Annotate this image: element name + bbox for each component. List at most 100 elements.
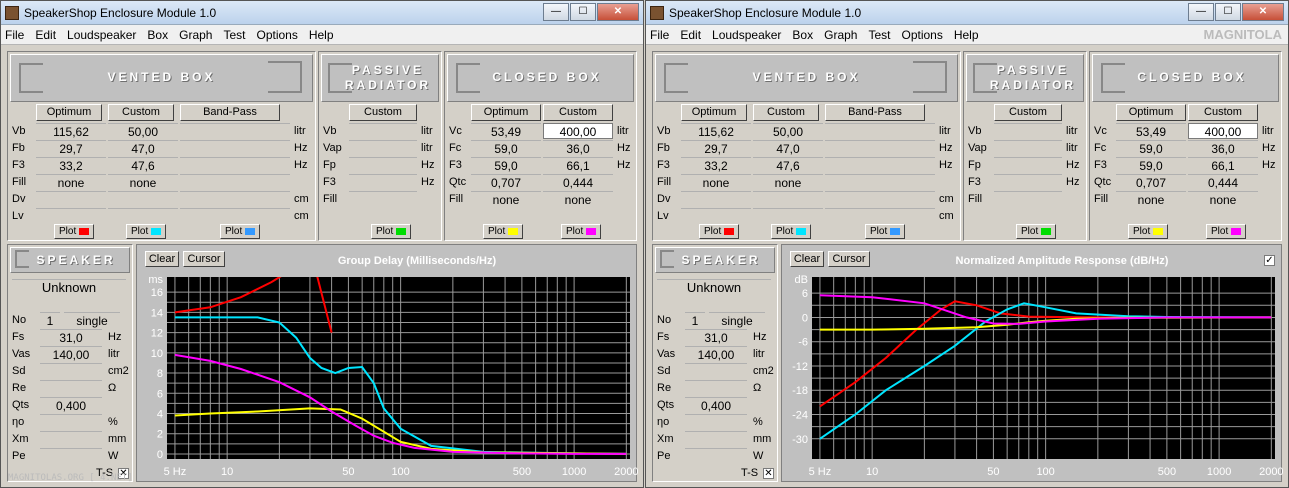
vented-optimum-value[interactable]: none bbox=[681, 174, 751, 190]
plot-button[interactable]: Plot bbox=[1128, 224, 1168, 239]
passive-custom-value[interactable] bbox=[349, 140, 417, 156]
vented-optimum-value[interactable]: 115,62 bbox=[36, 123, 106, 139]
vented-custom-value[interactable] bbox=[108, 208, 178, 224]
plot-button[interactable]: Plot bbox=[483, 224, 523, 239]
vented-tab-0[interactable]: Optimum bbox=[36, 104, 102, 121]
plot-button[interactable]: Plot bbox=[220, 224, 260, 239]
closed-tab-optimum[interactable]: Optimum bbox=[471, 104, 541, 121]
closed-custom-value[interactable]: 400,00 bbox=[1188, 123, 1258, 139]
graph-checkbox[interactable]: ✓ bbox=[1264, 255, 1275, 266]
menu-loudspeaker[interactable]: Loudspeaker bbox=[712, 28, 781, 42]
speaker-value[interactable] bbox=[40, 431, 102, 447]
vented-tab-2[interactable]: Band-Pass bbox=[825, 104, 925, 121]
closed-optimum-value[interactable]: none bbox=[471, 191, 541, 207]
vented-custom-value[interactable]: 47,0 bbox=[108, 140, 178, 156]
closed-custom-value[interactable]: none bbox=[1188, 191, 1258, 207]
passive-custom-value[interactable] bbox=[994, 174, 1062, 190]
vented-bandpass-value[interactable] bbox=[825, 208, 935, 224]
vented-custom-value[interactable] bbox=[108, 191, 178, 207]
maximize-button[interactable]: ☐ bbox=[570, 3, 596, 21]
vented-optimum-value[interactable]: 29,7 bbox=[36, 140, 106, 156]
closed-optimum-value[interactable]: 59,0 bbox=[471, 140, 541, 156]
speaker-value[interactable] bbox=[40, 363, 102, 379]
passive-custom-value[interactable] bbox=[994, 191, 1062, 207]
speaker-value[interactable] bbox=[685, 431, 747, 447]
passive-custom-value[interactable] bbox=[994, 123, 1062, 139]
plot-button[interactable]: Plot bbox=[699, 224, 739, 239]
maximize-button[interactable]: ☐ bbox=[1215, 3, 1241, 21]
speaker-value[interactable] bbox=[40, 414, 102, 430]
menu-test[interactable]: Test bbox=[223, 28, 245, 42]
closed-optimum-value[interactable]: 0,707 bbox=[471, 174, 541, 190]
closed-optimum-value[interactable]: 0,707 bbox=[1116, 174, 1186, 190]
vented-custom-value[interactable]: none bbox=[108, 174, 178, 190]
close-button[interactable]: ✕ bbox=[597, 3, 639, 21]
plot-button[interactable]: Plot bbox=[54, 224, 94, 239]
vented-custom-value[interactable]: 47,0 bbox=[753, 140, 823, 156]
closed-tab-custom[interactable]: Custom bbox=[1188, 104, 1258, 121]
vented-bandpass-value[interactable] bbox=[825, 123, 935, 139]
closed-custom-value[interactable]: 66,1 bbox=[1188, 157, 1258, 173]
menu-test[interactable]: Test bbox=[868, 28, 890, 42]
menu-options[interactable]: Options bbox=[256, 28, 297, 42]
vented-optimum-value[interactable] bbox=[681, 208, 751, 224]
plot-button[interactable]: Plot bbox=[865, 224, 905, 239]
vented-bandpass-value[interactable] bbox=[180, 140, 290, 156]
speaker-value[interactable] bbox=[40, 380, 102, 396]
plot-button[interactable]: Plot bbox=[371, 224, 411, 239]
plot-button[interactable]: Plot bbox=[1206, 224, 1246, 239]
plot-button[interactable]: Plot bbox=[126, 224, 166, 239]
cursor-button[interactable]: Cursor bbox=[183, 251, 225, 267]
vented-bandpass-value[interactable] bbox=[825, 191, 935, 207]
menu-edit[interactable]: Edit bbox=[680, 28, 701, 42]
closed-custom-value[interactable]: 0,444 bbox=[543, 174, 613, 190]
plot-button[interactable]: Plot bbox=[561, 224, 601, 239]
passive-custom-value[interactable] bbox=[349, 174, 417, 190]
vented-bandpass-value[interactable] bbox=[180, 174, 290, 190]
closed-optimum-value[interactable]: 59,0 bbox=[471, 157, 541, 173]
title-bar[interactable]: SpeakerShop Enclosure Module 1.0 — ☐ ✕ bbox=[1, 1, 643, 25]
vented-bandpass-value[interactable] bbox=[825, 174, 935, 190]
closed-custom-value[interactable]: 0,444 bbox=[1188, 174, 1258, 190]
vented-custom-value[interactable]: 50,00 bbox=[108, 123, 178, 139]
passive-custom-value[interactable] bbox=[994, 157, 1062, 173]
vented-bandpass-value[interactable] bbox=[825, 140, 935, 156]
vented-optimum-value[interactable]: none bbox=[36, 174, 106, 190]
vented-bandpass-value[interactable] bbox=[180, 191, 290, 207]
passive-custom-value[interactable] bbox=[349, 191, 417, 207]
closed-optimum-value[interactable]: 53,49 bbox=[471, 123, 541, 139]
menu-graph[interactable]: Graph bbox=[179, 28, 212, 42]
menu-file[interactable]: File bbox=[650, 28, 669, 42]
speaker-count[interactable]: 1 bbox=[40, 312, 60, 328]
vented-optimum-value[interactable]: 115,62 bbox=[681, 123, 751, 139]
speaker-count[interactable]: 1 bbox=[685, 312, 705, 328]
close-button[interactable]: ✕ bbox=[1242, 3, 1284, 21]
speaker-mode[interactable]: single bbox=[709, 312, 765, 328]
vented-bandpass-value[interactable] bbox=[180, 208, 290, 224]
speaker-value[interactable] bbox=[685, 363, 747, 379]
closed-optimum-value[interactable]: none bbox=[1116, 191, 1186, 207]
vented-custom-value[interactable]: none bbox=[753, 174, 823, 190]
closed-tab-optimum[interactable]: Optimum bbox=[1116, 104, 1186, 121]
closed-custom-value[interactable]: 36,0 bbox=[543, 140, 613, 156]
vented-optimum-value[interactable]: 33,2 bbox=[36, 157, 106, 173]
speaker-value[interactable] bbox=[685, 380, 747, 396]
vented-bandpass-value[interactable] bbox=[180, 157, 290, 173]
passive-tab-custom[interactable]: Custom bbox=[349, 104, 417, 121]
vented-custom-value[interactable] bbox=[753, 191, 823, 207]
menu-edit[interactable]: Edit bbox=[35, 28, 56, 42]
closed-optimum-value[interactable]: 53,49 bbox=[1116, 123, 1186, 139]
vented-bandpass-value[interactable] bbox=[180, 123, 290, 139]
passive-tab-custom[interactable]: Custom bbox=[994, 104, 1062, 121]
clear-button[interactable]: Clear bbox=[790, 251, 824, 267]
plot-button[interactable]: Plot bbox=[771, 224, 811, 239]
vented-bandpass-value[interactable] bbox=[825, 157, 935, 173]
vented-tab-1[interactable]: Custom bbox=[108, 104, 174, 121]
passive-custom-value[interactable] bbox=[349, 123, 417, 139]
closed-custom-value[interactable]: 66,1 bbox=[543, 157, 613, 173]
closed-optimum-value[interactable]: 59,0 bbox=[1116, 140, 1186, 156]
minimize-button[interactable]: — bbox=[543, 3, 569, 21]
vented-custom-value[interactable] bbox=[753, 208, 823, 224]
speaker-value[interactable]: 0,400 bbox=[40, 397, 102, 413]
closed-custom-value[interactable]: 36,0 bbox=[1188, 140, 1258, 156]
